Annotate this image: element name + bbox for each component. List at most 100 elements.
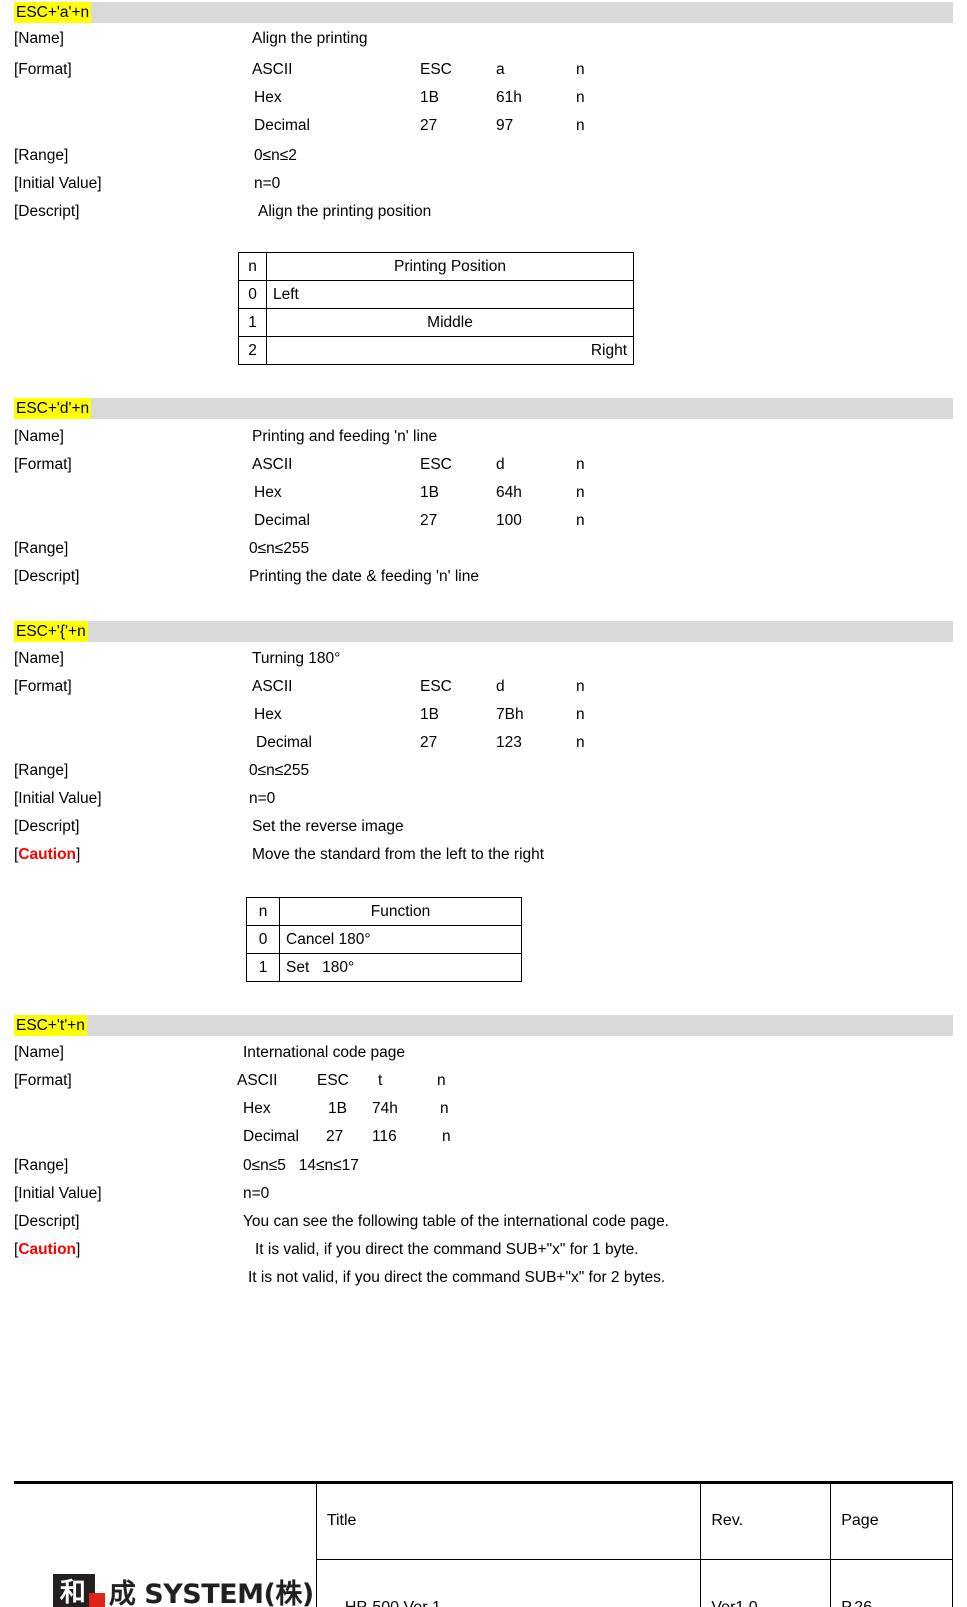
cell-n: 2: [238, 336, 267, 365]
field-label-format: [Format]: [14, 678, 72, 695]
section-header-esc-d: ESC+'d'+n: [14, 398, 953, 419]
format-dec-n: n: [576, 512, 585, 529]
format-hex-cmd: 7Bh: [496, 706, 524, 723]
footer-header-rev: Rev.: [700, 1481, 832, 1560]
format-hex-n: n: [576, 484, 585, 501]
field-value-initial-value: n=0: [254, 175, 281, 192]
cell-function: Cancel 180°: [279, 925, 522, 954]
field-value-range: 0≤n≤2: [254, 147, 297, 164]
format-dec-n: n: [576, 734, 585, 751]
format-ascii-label: ASCII: [237, 1072, 278, 1089]
format-hex-cmd: 61h: [496, 89, 522, 106]
table-header-position: Printing Position: [266, 252, 634, 281]
format-dec-label: Decimal: [243, 1128, 299, 1145]
cell-n: 1: [246, 953, 280, 982]
table-header-row: n Printing Position: [238, 252, 634, 281]
format-dec-cmd: 123: [496, 734, 522, 751]
format-hex-esc: 1B: [420, 706, 439, 723]
format-hex-label: Hex: [254, 484, 282, 501]
format-hex-cmd: 74h: [372, 1100, 398, 1117]
format-dec-esc: 27: [420, 117, 438, 134]
field-value-descript: Align the printing position: [258, 203, 432, 220]
format-hex-n: n: [576, 89, 585, 106]
caution-word: Caution: [18, 846, 76, 863]
field-label-descript: [Descript]: [14, 818, 80, 835]
field-value-range: 0≤n≤255: [249, 762, 310, 779]
company-logo-cell: 和 成 SYSTEM(株) HWASUNG SYSTEM CO.,LTD: [14, 1481, 317, 1607]
field-value-initial-value: n=0: [243, 1185, 270, 1202]
field-value-range: 0≤n≤5 14≤n≤17: [243, 1157, 359, 1174]
footer-value-rev: Ver1.0: [700, 1558, 832, 1607]
table-row: 0 Left: [238, 280, 634, 309]
field-label-descript: [Descript]: [14, 1213, 80, 1230]
format-hex-label: Hex: [254, 706, 282, 723]
cell-function: Set 180°: [279, 953, 522, 982]
field-label-initial-value: [Initial Value]: [14, 175, 102, 192]
format-hex-esc: 1B: [420, 89, 439, 106]
cell-n: 0: [246, 925, 280, 954]
format-hex-n: n: [576, 706, 585, 723]
field-value-name: International code page: [243, 1044, 406, 1061]
format-dec-cmd: 116: [372, 1128, 397, 1145]
document-page: ESC+'a'+n [Name] Align the printing [For…: [0, 0, 967, 1607]
format-ascii-cmd: d: [496, 456, 505, 473]
cell-position: Left: [266, 280, 634, 309]
field-label-caution: [Caution]: [14, 1241, 81, 1258]
function-table: n Function 0 Cancel 180° 1 Set 180°: [246, 897, 522, 982]
format-ascii-esc: ESC: [420, 456, 452, 473]
field-value-caution-line2: It is not valid, if you direct the comma…: [248, 1269, 666, 1286]
format-dec-cmd: 97: [496, 117, 514, 134]
format-ascii-label: ASCII: [252, 456, 293, 473]
logo-block-icon: 和: [52, 1574, 105, 1607]
field-label-descript: [Descript]: [14, 203, 80, 220]
field-value-descript: Set the reverse image: [252, 818, 404, 835]
format-dec-label: Decimal: [256, 734, 312, 751]
format-ascii-cmd: t: [378, 1072, 383, 1089]
format-hex-n: n: [440, 1100, 449, 1117]
format-hex-cmd: 64h: [496, 484, 522, 501]
caution-word: Caution: [18, 1241, 76, 1258]
format-ascii-n: n: [576, 61, 585, 78]
field-label-initial-value: [Initial Value]: [14, 1185, 102, 1202]
field-label-range: [Range]: [14, 1157, 69, 1174]
field-label-name: [Name]: [14, 30, 64, 47]
logo-mark: 和 成 SYSTEM(株): [25, 1570, 314, 1607]
field-label-caution: [Caution]: [14, 846, 81, 863]
logo-kanji-character: 和: [59, 1578, 86, 1607]
field-label-name: [Name]: [14, 1044, 64, 1061]
section-tag: ESC+'d'+n: [14, 398, 92, 419]
section-header-esc-a: ESC+'a'+n: [14, 2, 953, 23]
cell-position: Middle: [266, 308, 634, 337]
format-ascii-cmd: d: [496, 678, 505, 695]
printing-position-table: n Printing Position 0 Left 1 Middle 2 Ri…: [238, 252, 634, 365]
format-ascii-esc: ESC: [317, 1072, 349, 1089]
company-logo: 和 成 SYSTEM(株) HWASUNG SYSTEM CO.,LTD: [25, 1534, 314, 1607]
section-header-esc-brace: ESC+'{'+n: [14, 621, 953, 642]
footer-header-row: 和 成 SYSTEM(株) HWASUNG SYSTEM CO.,LTD Tit…: [14, 1481, 953, 1607]
field-value-range: 0≤n≤255: [249, 540, 310, 557]
field-value-descript: You can see the following table of the i…: [243, 1213, 669, 1230]
field-label-initial-value: [Initial Value]: [14, 790, 102, 807]
format-dec-esc: 27: [326, 1128, 344, 1145]
table-header-row: n Function: [246, 897, 522, 926]
table-row: 1 Set 180°: [246, 953, 522, 982]
footer-table: 和 成 SYSTEM(株) HWASUNG SYSTEM CO.,LTD Tit…: [14, 1481, 953, 1607]
format-hex-esc: 1B: [420, 484, 439, 501]
cell-n: 0: [238, 280, 267, 309]
field-value-name: Turning 180°: [252, 650, 341, 667]
table-header-n: n: [238, 252, 267, 281]
field-label-name: [Name]: [14, 428, 64, 445]
section-tag: ESC+'a'+n: [14, 2, 92, 23]
field-value-caution: It is valid, if you direct the command S…: [255, 1241, 639, 1258]
field-label-name: [Name]: [14, 650, 64, 667]
format-hex-label: Hex: [243, 1100, 271, 1117]
format-dec-esc: 27: [420, 512, 438, 529]
format-hex-esc: 1B: [328, 1100, 347, 1117]
field-value-name: Align the printing: [252, 30, 368, 47]
format-dec-label: Decimal: [254, 512, 310, 529]
format-ascii-n: n: [576, 678, 585, 695]
table-header-n: n: [246, 897, 280, 926]
field-value-descript: Printing the date & feeding 'n' line: [249, 568, 479, 585]
format-dec-n: n: [442, 1128, 451, 1145]
section-tag: ESC+'{'+n: [14, 621, 88, 642]
